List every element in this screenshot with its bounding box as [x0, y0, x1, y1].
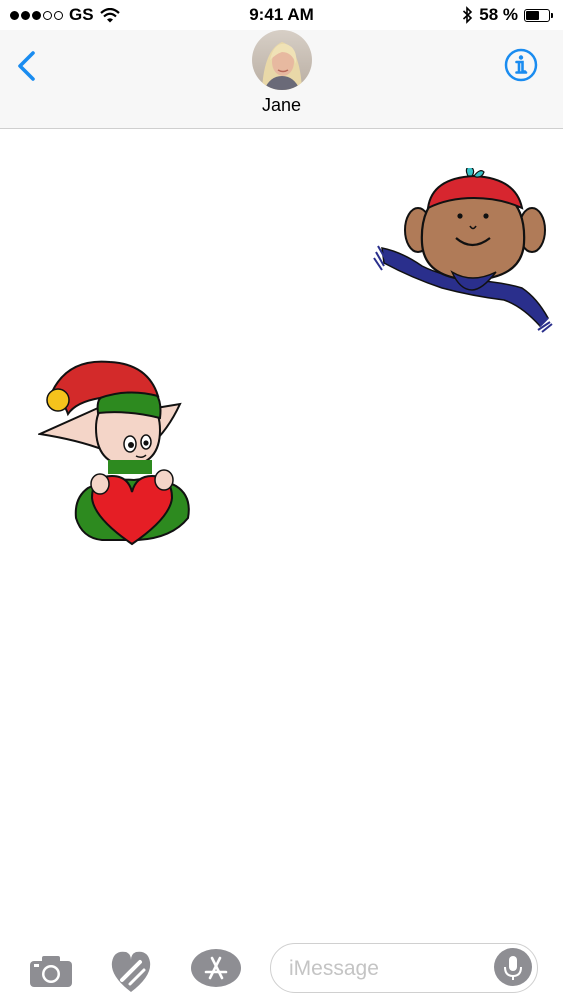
contact-name[interactable]: Jane: [0, 95, 563, 116]
chevron-left-icon: [18, 51, 35, 81]
battery-icon: [524, 8, 553, 22]
status-left: GS: [10, 5, 120, 25]
digital-touch-button[interactable]: [108, 948, 154, 994]
carrier-name: GS: [69, 5, 94, 24]
battery-percent: 58 %: [479, 5, 518, 24]
camera-icon: [30, 956, 72, 987]
sticker-boy-with-scarf[interactable]: [372, 168, 554, 333]
sticker-elf-with-heart[interactable]: [38, 358, 194, 550]
message-input-bar: iMessage: [0, 935, 563, 1000]
status-right: 58 %: [462, 5, 553, 25]
app-store-icon: [191, 949, 241, 987]
app-store-button[interactable]: [190, 948, 242, 988]
microphone-icon: [504, 956, 522, 980]
signal-strength-icon: [10, 10, 63, 20]
digital-touch-icon: [111, 951, 151, 992]
info-icon: [504, 48, 538, 82]
camera-button[interactable]: [28, 953, 74, 989]
back-button[interactable]: [12, 48, 44, 84]
message-input[interactable]: iMessage: [270, 943, 538, 993]
info-button[interactable]: [503, 47, 539, 83]
avatar[interactable]: [252, 30, 312, 90]
status-bar: GS 9:41 AM 58 %: [0, 0, 563, 30]
message-placeholder: iMessage: [289, 957, 379, 980]
conversation-header: Jane: [0, 30, 563, 129]
bluetooth-icon: [463, 6, 473, 24]
microphone-button[interactable]: [494, 948, 532, 986]
wifi-icon: [99, 7, 120, 22]
